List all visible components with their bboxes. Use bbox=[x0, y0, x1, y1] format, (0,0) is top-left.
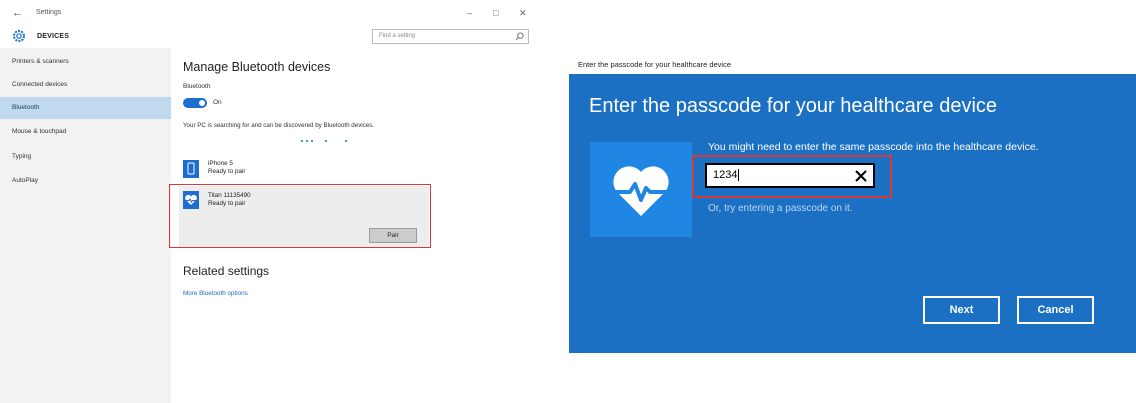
dialog-hint: Or, try entering a passcode on it. bbox=[708, 203, 853, 214]
gear-icon bbox=[13, 30, 25, 42]
device-item-iphone[interactable]: iPhone 5 Ready to pair bbox=[179, 156, 429, 186]
toggle-state-label: On bbox=[213, 99, 222, 106]
progress-dot bbox=[306, 140, 308, 142]
highlight-box bbox=[692, 155, 892, 198]
more-bluetooth-options-link[interactable]: More Bluetooth options bbox=[183, 290, 248, 297]
sidebar-item-mouse[interactable]: Mouse & touchpad bbox=[0, 121, 171, 143]
progress-dots bbox=[301, 140, 361, 144]
passcode-dialog: Enter the passcode for your healthcare d… bbox=[569, 74, 1136, 353]
progress-dot bbox=[301, 140, 303, 142]
window-title: Settings bbox=[36, 9, 62, 16]
search-input[interactable]: Find a setting bbox=[372, 29, 529, 44]
related-settings-heading: Related settings bbox=[183, 264, 270, 278]
next-button[interactable]: Next bbox=[923, 296, 1000, 324]
progress-dot bbox=[345, 140, 347, 142]
sidebar-item-connected-devices[interactable]: Connected devices bbox=[0, 74, 171, 96]
title-bar: ← Settings – □ ✕ bbox=[0, 0, 541, 26]
sidebar-item-printers[interactable]: Printers & scanners bbox=[0, 51, 171, 73]
page-title: Manage Bluetooth devices bbox=[183, 60, 331, 74]
close-icon[interactable]: ✕ bbox=[519, 8, 527, 19]
search-placeholder: Find a setting bbox=[379, 33, 416, 39]
back-arrow-icon[interactable]: ← bbox=[12, 7, 23, 19]
toggle-knob bbox=[199, 100, 205, 106]
search-icon[interactable] bbox=[515, 32, 524, 41]
heart-icon bbox=[610, 166, 672, 216]
sidebar: Printers & scanners Connected devices Bl… bbox=[0, 48, 171, 403]
minimize-icon[interactable]: – bbox=[467, 8, 472, 18]
progress-dot bbox=[311, 140, 313, 142]
progress-dot bbox=[325, 140, 327, 142]
sidebar-item-bluetooth[interactable]: Bluetooth bbox=[0, 97, 171, 119]
device-name: iPhone 5 bbox=[208, 160, 233, 167]
settings-header: DEVICES Find a setting bbox=[0, 26, 541, 46]
cancel-button[interactable]: Cancel bbox=[1017, 296, 1094, 324]
maximize-icon[interactable]: □ bbox=[493, 8, 498, 18]
searching-text: Your PC is searching for and can be disc… bbox=[183, 122, 375, 129]
device-status: Ready to pair bbox=[208, 168, 246, 175]
section-title: DEVICES bbox=[37, 33, 70, 40]
sidebar-item-autoplay[interactable]: AutoPlay bbox=[0, 170, 171, 192]
device-tile bbox=[590, 142, 692, 237]
dialog-caption: Enter the passcode for your healthcare d… bbox=[578, 60, 732, 69]
highlight-box bbox=[169, 184, 431, 248]
bluetooth-toggle[interactable] bbox=[183, 98, 207, 108]
dialog-title: Enter the passcode for your healthcare d… bbox=[589, 95, 998, 117]
phone-icon bbox=[183, 160, 199, 178]
sidebar-item-typing[interactable]: Typing bbox=[0, 146, 171, 168]
bluetooth-label: Bluetooth bbox=[183, 83, 211, 90]
settings-window: ← Settings – □ ✕ DEVICES Find a setting … bbox=[0, 0, 541, 403]
dialog-message: You might need to enter the same passcod… bbox=[708, 141, 1039, 153]
